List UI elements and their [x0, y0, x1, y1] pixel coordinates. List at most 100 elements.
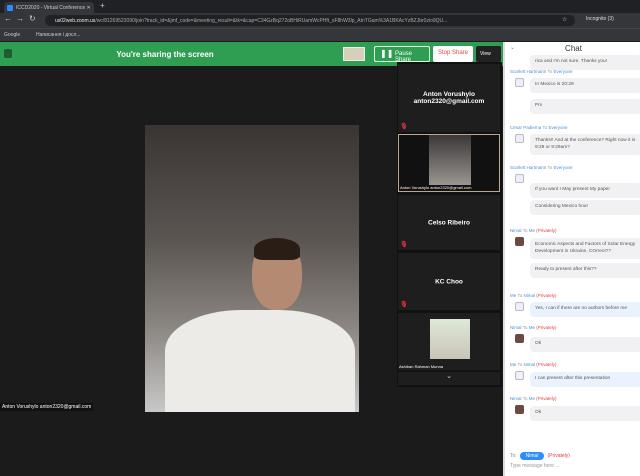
participant-name: Anton Vorushylo anton2320@gmail.com: [400, 185, 472, 190]
participant-name: KC Choo: [435, 278, 463, 285]
chat-message: Ok: [530, 337, 640, 352]
sender-name: Nimal: [510, 325, 522, 330]
recipient-name: Everyone: [553, 165, 573, 170]
recipient-name: Nimal: [523, 293, 535, 298]
participants-panel: Anton Vorushylo anton2320@gmail.com 🎙 Ant…: [397, 62, 502, 387]
chat-message: Pm: [530, 99, 640, 114]
browser-tab-bar: ICCD2020 - Virtual Conference ✕ +: [0, 0, 640, 13]
back-icon[interactable]: ←: [4, 14, 12, 23]
avatar-icon: [515, 334, 524, 343]
sharing-status-text: You're sharing the screen: [116, 50, 214, 59]
chat-message-input[interactable]: Type message here ...: [510, 463, 559, 469]
avatar-icon: [515, 174, 524, 183]
chat-sender-header: Nimal To Me (Privately): [510, 228, 557, 233]
sender-name: Nimal: [510, 396, 522, 401]
main-video-caption: Anton Vorushylo anton2320@gmail.com: [0, 403, 94, 411]
participant-tile[interactable]: Anton Vorushylo anton2320@gmail.com 🎙: [398, 64, 500, 132]
muted-mic-icon: 🎙: [400, 242, 408, 248]
bookmark-2[interactable]: Написання і досл...: [36, 32, 81, 38]
chat-message: If you want I May present My paper: [530, 183, 640, 198]
participant-name: Ashiban Rahman Munna: [399, 364, 444, 369]
participant-name: Anton Vorushylo anton2320@gmail.com: [413, 91, 485, 105]
participant-tile[interactable]: KC Choo 🎙: [398, 253, 500, 310]
new-tab-button[interactable]: +: [100, 1, 105, 10]
chat-message: Considering Mexico hour: [530, 200, 640, 215]
shared-screen-thumbnail[interactable]: [343, 47, 365, 61]
chat-sender-header: Scarlett Hartmann To Everyone: [510, 69, 572, 74]
chat-sender-header: Scarlett Hartmann To Everyone: [510, 165, 572, 170]
view-button[interactable]: View: [476, 46, 501, 62]
chat-sender-header: Nimal To Me (Privately): [510, 396, 557, 401]
muted-mic-icon: 🎙: [400, 302, 408, 308]
to-label: To:: [510, 453, 517, 459]
stop-share-button[interactable]: Stop Share: [433, 46, 473, 62]
recipient-name: Everyone: [553, 69, 573, 74]
browser-tab[interactable]: ICCD2020 - Virtual Conference ✕: [4, 2, 94, 13]
chat-sender-header: Me To Nimal (Privately): [510, 362, 557, 367]
profile-incognito[interactable]: Incognito (3): [586, 16, 614, 22]
chat-sender-header: César Padierna To Everyone: [510, 125, 568, 130]
chat-sender-header: Me To Nimal (Privately): [510, 293, 557, 298]
chat-message: In Mexico is 20:29: [530, 78, 640, 93]
private-label: (Privately): [536, 325, 557, 330]
avatar-icon: [515, 237, 524, 246]
to-word: To: [547, 69, 553, 74]
recipient-name: Me: [528, 396, 535, 401]
chat-message: rica and I'm not sure. Thanks you!: [530, 55, 640, 70]
recipient-name: Everyone: [548, 125, 568, 130]
participant-name: Celso Ribeiro: [428, 219, 470, 226]
to-word: To: [522, 325, 528, 330]
pause-share-button[interactable]: Pause Share: [374, 46, 430, 63]
bookmarks-bar: Google Написання і досл...: [0, 28, 640, 41]
participant-video: [429, 135, 471, 185]
chat-message: I can present after this presentation: [530, 372, 640, 387]
chat-panel: rica and I'm not sure. Thanks you! Scarle…: [503, 42, 640, 476]
sender-name: Scarlett Hartmann: [510, 165, 547, 170]
avatar-icon: [515, 134, 524, 143]
sender-name: Me: [510, 293, 517, 298]
scroll-down-chevron-icon[interactable]: ⌄: [398, 372, 500, 385]
privately-label: (Privately): [547, 453, 570, 459]
recipient-name: Me: [528, 228, 535, 233]
sender-name: César Padierna: [510, 125, 542, 130]
collapse-chevron-icon[interactable]: ⌄: [510, 44, 515, 51]
avatar-icon: [515, 371, 524, 380]
speaker-hair: [254, 238, 300, 260]
recipient-name: Nimal: [523, 362, 535, 367]
private-label: (Privately): [536, 396, 557, 401]
chat-recipient-row: To: Nimal (Privately): [510, 452, 570, 460]
forward-icon[interactable]: →: [16, 14, 24, 23]
speaker-shirt: [165, 310, 355, 412]
private-label: (Privately): [536, 362, 557, 367]
to-word: To: [542, 125, 548, 130]
sender-name: Me: [510, 362, 517, 367]
private-label: (Privately): [536, 228, 557, 233]
avatar-icon: [515, 302, 524, 311]
participant-video-tile[interactable]: Anton Vorushylo anton2320@gmail.com: [398, 134, 500, 192]
recipient-dropdown[interactable]: Nimal: [519, 452, 545, 460]
tab-title: ICCD2020 - Virtual Conference: [16, 5, 86, 11]
sender-name: Scarlett Hartmann: [510, 69, 547, 74]
to-word: To: [522, 228, 528, 233]
chat-title: Chat: [505, 44, 640, 53]
chat-message: Ok: [530, 406, 640, 421]
participant-video: [430, 319, 470, 359]
to-word: To: [517, 362, 523, 367]
address-bar-row: ← → ↻ us02web.zoom.us/wc/81269523090/joi…: [0, 13, 640, 28]
bookmark-star-icon[interactable]: ☆: [562, 16, 567, 23]
url-input[interactable]: us02web.zoom.us/wc/81269523090/join?trac…: [45, 15, 575, 26]
sender-name: Nimal: [510, 228, 522, 233]
reload-icon[interactable]: ↻: [29, 14, 36, 23]
zoom-favicon-icon: [7, 5, 13, 11]
chat-sender-header: Nimal To Me (Privately): [510, 325, 557, 330]
muted-mic-icon: 🎙: [400, 124, 408, 130]
participant-tile[interactable]: Celso Ribeiro 🎙: [398, 195, 500, 250]
bookmark-google[interactable]: Google: [4, 32, 20, 38]
participant-video-tile[interactable]: Ashiban Rahman Munna: [398, 313, 500, 370]
avatar-icon: [515, 405, 524, 414]
to-word: To: [522, 396, 528, 401]
chat-message: Thanks!! And at the conference? Right no…: [530, 134, 640, 156]
chat-message: Yes, I can if there are no authors befor…: [530, 302, 640, 317]
private-label: (Privately): [536, 293, 557, 298]
to-word: To: [517, 293, 523, 298]
